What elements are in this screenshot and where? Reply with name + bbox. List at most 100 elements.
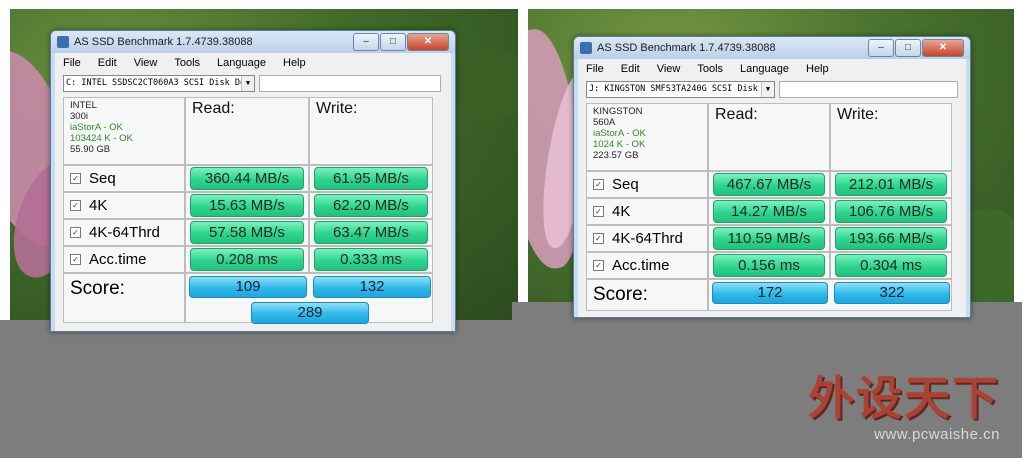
- cell-4k64-read: 57.58 MB/s: [185, 219, 309, 246]
- checkbox-checked-icon[interactable]: ✓: [70, 200, 81, 211]
- title-bar[interactable]: AS SSD Benchmark 1.7.4739.38088 – □ ✕: [51, 31, 455, 53]
- cell-4k-write: 62.20 MB/s: [309, 192, 433, 219]
- checkbox-checked-icon[interactable]: ✓: [70, 254, 81, 265]
- drive-info-panel: KINGSTON 560A iaStorA - OK 1024 K - OK 2…: [586, 103, 708, 171]
- chevron-down-icon[interactable]: ▼: [760, 81, 774, 97]
- drive-select[interactable]: J: KINGSTON SMFS3TA240G SCSI Disk De ▼: [586, 80, 775, 98]
- alignment-status: 103424 K - OK: [70, 133, 133, 144]
- drive-firmware: 300i: [70, 111, 88, 122]
- cell-seq-read: 360.44 MB/s: [185, 165, 309, 192]
- checkbox-checked-icon[interactable]: ✓: [593, 179, 604, 190]
- drive-size: 223.57 GB: [593, 150, 639, 161]
- row-seq[interactable]: ✓ Seq: [586, 171, 708, 198]
- app-icon: [57, 36, 69, 48]
- drive-select[interactable]: C: INTEL SSDSC2CT060A3 SCSI Disk Dev ▼: [63, 74, 255, 92]
- minimize-button[interactable]: –: [353, 33, 379, 51]
- write-header: Write:: [309, 97, 433, 165]
- chevron-down-icon[interactable]: ▼: [241, 75, 254, 91]
- seq-read-value: 467.67 MB/s: [712, 173, 826, 196]
- window-title: AS SSD Benchmark 1.7.4739.38088: [597, 42, 776, 54]
- checkbox-checked-icon[interactable]: ✓: [593, 206, 604, 217]
- drive-model: INTEL: [70, 100, 97, 111]
- cell-seq-write: 61.95 MB/s: [309, 165, 433, 192]
- menu-view[interactable]: View: [134, 57, 158, 71]
- drive-select-value: J: KINGSTON SMFS3TA240G SCSI Disk De: [589, 83, 774, 94]
- read-header: Read:: [708, 103, 830, 171]
- maximize-button[interactable]: □: [380, 33, 406, 51]
- drive-size: 55.90 GB: [70, 144, 111, 155]
- driver-status: iaStorA - OK: [70, 122, 123, 133]
- score-read-value: 109: [189, 276, 307, 298]
- app-icon: [580, 42, 592, 54]
- seq-read-value: 360.44 MB/s: [189, 167, 305, 190]
- menu-file[interactable]: File: [586, 63, 604, 77]
- maximize-button[interactable]: □: [895, 39, 921, 57]
- checkbox-checked-icon[interactable]: ✓: [593, 233, 604, 244]
- seq-write-value: 61.95 MB/s: [313, 167, 429, 190]
- menu-bar: File Edit View Tools Language Help: [578, 59, 966, 79]
- title-bar[interactable]: AS SSD Benchmark 1.7.4739.38088 – □ ✕: [574, 37, 970, 59]
- window-client: File Edit View Tools Language Help C: IN…: [55, 53, 451, 331]
- window-client: File Edit View Tools Language Help J: KI…: [578, 59, 966, 317]
- driver-status: iaStorA - OK: [593, 128, 646, 139]
- menu-file[interactable]: File: [63, 57, 81, 71]
- menu-language[interactable]: Language: [740, 63, 789, 77]
- row-label: Acc.time: [612, 257, 670, 274]
- 4k-write-value: 62.20 MB/s: [313, 194, 429, 217]
- seq-write-value: 212.01 MB/s: [834, 173, 948, 196]
- watermark-brand: 外设天下: [808, 371, 1000, 425]
- row-label: Acc.time: [89, 251, 147, 268]
- drive-extra-field[interactable]: [259, 74, 441, 92]
- close-button[interactable]: ✕: [922, 39, 964, 57]
- cell-4k-read: 14.27 MB/s: [708, 198, 830, 225]
- menu-help[interactable]: Help: [806, 63, 829, 77]
- row-4k[interactable]: ✓ 4K: [63, 192, 185, 219]
- cell-acc-write: 0.304 ms: [830, 252, 952, 279]
- cell-4k64-write: 193.66 MB/s: [830, 225, 952, 252]
- site-watermark: 外设天下 www.pcwaishe.cn: [808, 362, 1000, 443]
- cell-seq-write: 212.01 MB/s: [830, 171, 952, 198]
- checkbox-checked-icon[interactable]: ✓: [70, 173, 81, 184]
- cell-4k-read: 15.63 MB/s: [185, 192, 309, 219]
- 4k-read-value: 14.27 MB/s: [712, 200, 826, 223]
- checkbox-checked-icon[interactable]: ✓: [70, 227, 81, 238]
- acc-read-value: 0.156 ms: [712, 254, 826, 277]
- as-ssd-window-intel[interactable]: AS SSD Benchmark 1.7.4739.38088 – □ ✕ Fi…: [50, 30, 456, 332]
- score-total-value: 289: [251, 302, 369, 324]
- checkbox-checked-icon[interactable]: ✓: [593, 260, 604, 271]
- cell-4k64-write: 63.47 MB/s: [309, 219, 433, 246]
- row-4k-64thrd[interactable]: ✓ 4K-64Thrd: [586, 225, 708, 252]
- menu-edit[interactable]: Edit: [621, 63, 640, 77]
- row-label: Seq: [612, 176, 639, 193]
- window-title: AS SSD Benchmark 1.7.4739.38088: [74, 36, 253, 48]
- row-4k[interactable]: ✓ 4K: [586, 198, 708, 225]
- menu-tools[interactable]: Tools: [697, 63, 723, 77]
- row-label: 4K: [89, 197, 108, 214]
- cell-4k-write: 106.76 MB/s: [830, 198, 952, 225]
- score-write-value: 132: [313, 276, 431, 298]
- drive-extra-field[interactable]: [778, 80, 958, 98]
- menu-tools[interactable]: Tools: [174, 57, 200, 71]
- write-header: Write:: [830, 103, 952, 171]
- row-label: Seq: [89, 170, 116, 187]
- row-label: 4K-64Thrd: [89, 224, 160, 241]
- acc-write-value: 0.333 ms: [313, 248, 429, 271]
- as-ssd-window-kingston[interactable]: AS SSD Benchmark 1.7.4739.38088 – □ ✕ Fi…: [573, 36, 971, 318]
- menu-edit[interactable]: Edit: [98, 57, 117, 71]
- drive-info-panel: INTEL 300i iaStorA - OK 103424 K - OK 55…: [63, 97, 185, 165]
- cell-acc-read: 0.156 ms: [708, 252, 830, 279]
- menu-view[interactable]: View: [657, 63, 681, 77]
- score-label: Score:: [586, 279, 708, 311]
- acc-write-value: 0.304 ms: [834, 254, 948, 277]
- menu-help[interactable]: Help: [283, 57, 306, 71]
- minimize-button[interactable]: –: [868, 39, 894, 57]
- row-seq[interactable]: ✓ Seq: [63, 165, 185, 192]
- menu-language[interactable]: Language: [217, 57, 266, 71]
- 4k-read-value: 15.63 MB/s: [189, 194, 305, 217]
- read-header: Read:: [185, 97, 309, 165]
- row-acc-time[interactable]: ✓ Acc.time: [586, 252, 708, 279]
- row-acc-time[interactable]: ✓ Acc.time: [63, 246, 185, 273]
- drive-model: KINGSTON: [593, 106, 643, 117]
- close-button[interactable]: ✕: [407, 33, 449, 51]
- row-4k-64thrd[interactable]: ✓ 4K-64Thrd: [63, 219, 185, 246]
